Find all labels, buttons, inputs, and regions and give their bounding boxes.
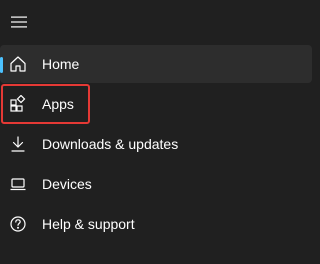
navigation-pane: Home Apps Downloads & updates Devices He… xyxy=(0,0,312,264)
home-icon xyxy=(8,54,28,74)
nav-item-help-support[interactable]: Help & support xyxy=(0,205,312,243)
nav-item-label: Devices xyxy=(42,176,92,192)
nav-item-label: Downloads & updates xyxy=(42,136,179,152)
nav-item-devices[interactable]: Devices xyxy=(0,165,312,203)
nav-item-label: Home xyxy=(42,56,80,72)
highlight-box xyxy=(1,84,90,124)
nav-item-home[interactable]: Home xyxy=(0,45,312,83)
question-circle-icon xyxy=(8,214,28,234)
hamburger-menu-icon[interactable] xyxy=(8,8,30,36)
nav-item-downloads-updates[interactable]: Downloads & updates xyxy=(0,125,312,163)
laptop-icon xyxy=(8,174,28,194)
nav-item-label: Help & support xyxy=(42,216,135,232)
selection-indicator xyxy=(0,57,3,73)
download-icon xyxy=(8,134,28,154)
